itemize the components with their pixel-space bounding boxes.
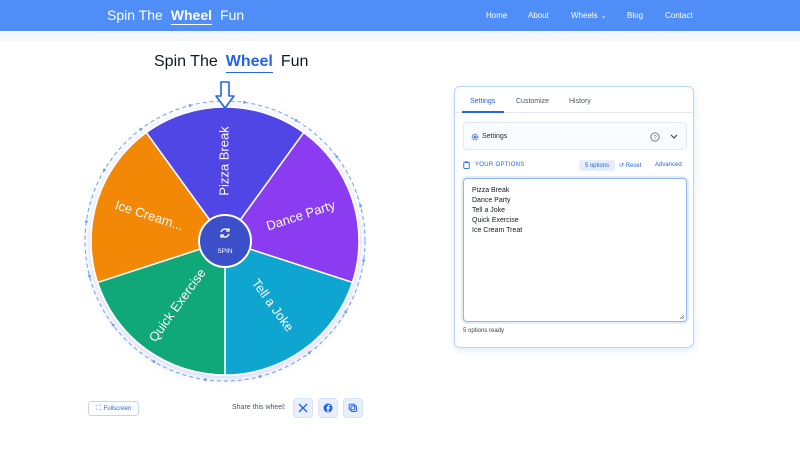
page-title-middle: Wheel — [225, 53, 273, 73]
ring-dot — [111, 323, 115, 327]
share-x-button[interactable] — [293, 398, 313, 418]
ring-dot — [344, 310, 348, 314]
tab-customize[interactable]: Customize — [516, 98, 549, 105]
facebook-icon — [323, 403, 333, 413]
share-facebook-button[interactable] — [318, 398, 338, 418]
ring-dot — [188, 104, 192, 107]
tab-history[interactable]: History — [569, 98, 591, 105]
settings-panel: Settings Customize History Settings ? YO… — [454, 86, 694, 348]
options-status: 5 options ready — [463, 328, 505, 334]
spin-wheel[interactable]: Pizza BreakDance PartyTell a JokeQuick E… — [80, 76, 380, 396]
ring-dot — [362, 259, 366, 262]
page-title-right: Fun — [280, 53, 309, 70]
reset-button[interactable]: ↺ Reset — [619, 162, 641, 169]
ring-dot — [294, 118, 298, 122]
settings-accordion[interactable]: Settings ? — [463, 122, 687, 150]
x-logo-icon — [298, 403, 308, 413]
copy-icon — [348, 403, 357, 412]
top-navbar: Spin The Wheel Fun Home About Wheels ⌄ Bl… — [0, 0, 800, 31]
options-textarea[interactable] — [463, 178, 687, 322]
settings-row-label: Settings — [482, 133, 508, 140]
ring-dot — [102, 168, 106, 172]
ring-dot — [258, 375, 262, 378]
ring-dot — [243, 100, 246, 104]
chevron-down-icon[interactable] — [670, 134, 678, 140]
fullscreen-icon: ⛶ — [95, 404, 101, 412]
tab-settings[interactable]: Settings — [470, 98, 495, 105]
copy-link-button[interactable] — [343, 398, 363, 418]
nav-wheels[interactable]: Wheels ⌄ — [571, 11, 607, 20]
wheel-pointer-icon — [215, 81, 235, 109]
ring-dot — [335, 155, 339, 159]
gear-icon — [471, 133, 479, 141]
resize-handle-icon[interactable] — [679, 314, 685, 320]
advanced-button[interactable]: Advanced — [655, 162, 682, 168]
ring-dot — [204, 378, 207, 382]
options-header: YOUR OPTIONS 5 options ↺ Reset Advanced — [463, 160, 687, 172]
ring-dot — [139, 127, 143, 131]
brand-text-right: Fun — [220, 7, 245, 23]
ring-dot — [307, 351, 311, 355]
nav-home[interactable]: Home — [486, 11, 507, 20]
brand-text-left: Spin The — [107, 7, 163, 23]
nav-wheels-label: Wheels — [571, 11, 598, 20]
spin-label: SPIN — [217, 248, 232, 255]
page-title-left: Spin The — [154, 53, 218, 70]
reset-label: Reset — [625, 163, 642, 169]
header-band — [0, 31, 800, 41]
share-label: Share this wheel: — [232, 404, 286, 411]
chevron-down-icon: ⌄ — [600, 13, 607, 20]
options-title: YOUR OPTIONS — [475, 162, 525, 168]
brand-logo[interactable]: Spin The Wheel Fun — [107, 7, 244, 25]
spin-button[interactable] — [198, 214, 252, 268]
page-title: Spin The Wheel Fun — [154, 53, 308, 73]
help-icon[interactable]: ? — [650, 132, 660, 142]
ring-dot — [359, 204, 362, 208]
nav-contact[interactable]: Contact — [665, 11, 693, 20]
ring-dot — [88, 274, 91, 278]
ring-dot — [152, 360, 156, 364]
wheel-segment-label: Pizza Break — [216, 126, 231, 196]
nav-about[interactable]: About — [528, 11, 549, 20]
brand-text-middle: Wheel — [170, 7, 213, 25]
panel-tabs: Settings Customize History — [455, 87, 693, 113]
nav-blog[interactable]: Blog — [627, 11, 643, 20]
options-count-badge: 5 options — [579, 160, 615, 171]
fullscreen-label: Fullscreen — [103, 405, 132, 412]
clipboard-icon — [463, 161, 470, 169]
active-tab-indicator — [462, 111, 504, 113]
fullscreen-button[interactable]: ⛶ Fullscreen — [88, 401, 139, 416]
undo-icon: ↺ — [619, 163, 625, 169]
ring-dot — [84, 220, 88, 223]
